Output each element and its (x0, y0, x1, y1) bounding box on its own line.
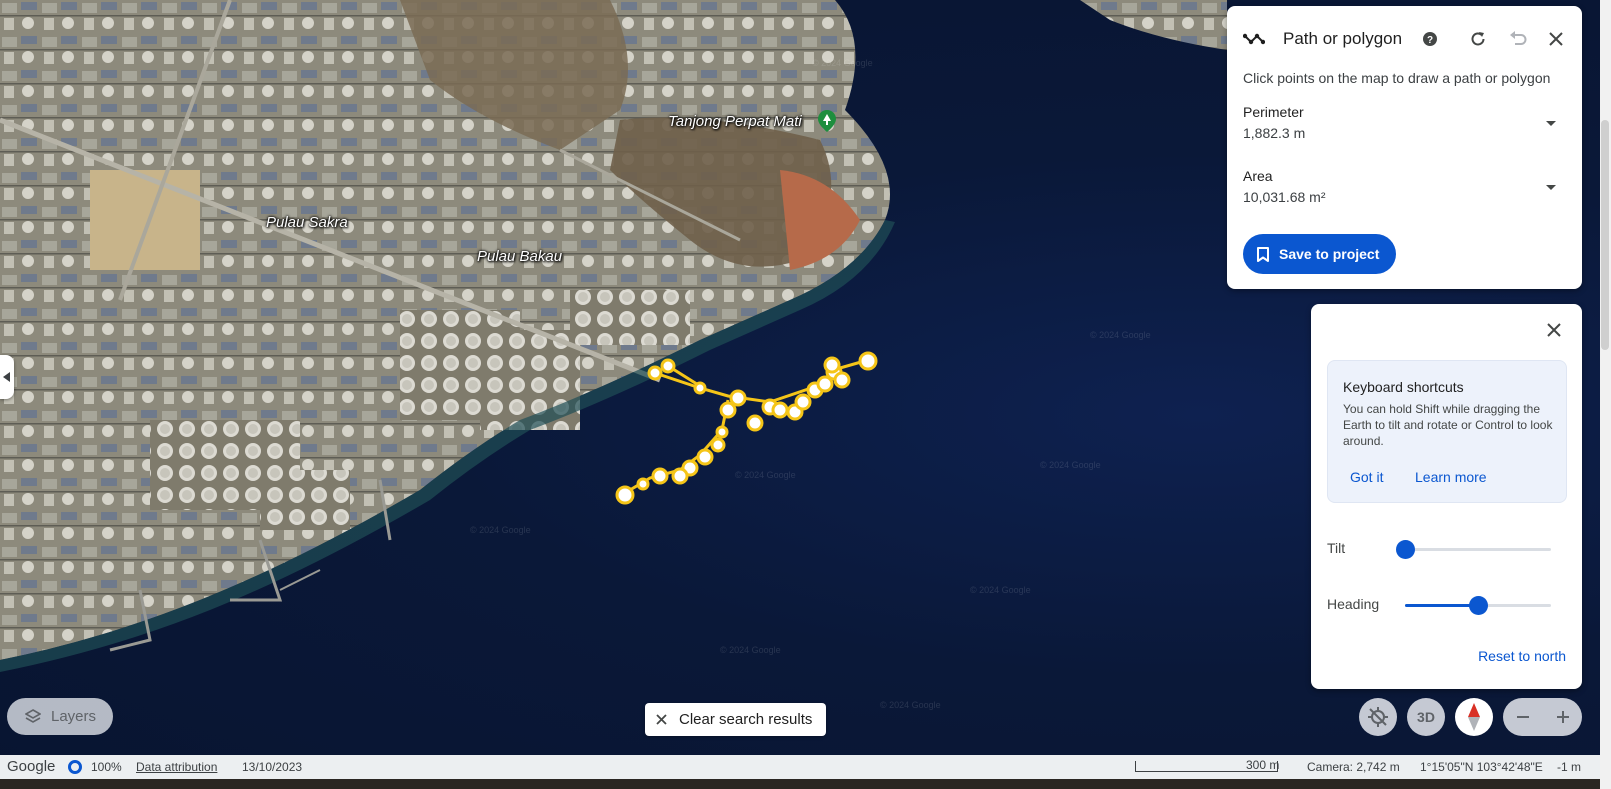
svg-text:?: ? (1427, 35, 1433, 46)
close-icon (1547, 323, 1561, 337)
label-tanjong-perpat-mati[interactable]: Tanjong Perpat Mati (668, 113, 802, 130)
close-icon (656, 714, 667, 725)
map-watermark: © 2024 Google (470, 525, 531, 535)
tilt-slider[interactable]: Tilt (1327, 537, 1567, 561)
heading-slider[interactable]: Heading (1327, 593, 1567, 617)
loaded-percent: 100% (91, 760, 122, 774)
loading-ring-icon (68, 760, 82, 774)
save-button-label: Save to project (1279, 246, 1380, 262)
shortcuts-title: Keyboard shortcuts (1343, 379, 1464, 395)
chevron-left-icon (3, 372, 10, 382)
data-attribution-link[interactable]: Data attribution (136, 760, 217, 774)
map-watermark: © 2024 Google (880, 700, 941, 710)
heading-track[interactable] (1405, 596, 1551, 615)
area-label: Area (1243, 168, 1273, 184)
heading-thumb[interactable] (1469, 596, 1488, 615)
tilt-track[interactable] (1396, 540, 1551, 559)
browser-scrollbar-strip (1600, 0, 1611, 789)
close-view-panel-button[interactable] (1542, 318, 1566, 342)
zoom-controls (1503, 698, 1582, 736)
help-icon[interactable]: ? (1419, 28, 1441, 50)
path-vertices (615, 351, 878, 505)
panel-instruction: Click points on the map to draw a path o… (1243, 70, 1551, 86)
map-watermark: © 2024 Google (720, 645, 781, 655)
bookmark-icon (1257, 246, 1269, 262)
cursor-coordinates: 1°15'05"N 103°42'48"E (1420, 760, 1543, 774)
undo-icon[interactable] (1507, 28, 1529, 50)
elevation-value: -1 m (1557, 760, 1581, 774)
save-to-project-button[interactable]: Save to project (1243, 234, 1396, 274)
learn-more-link[interactable]: Learn more (1415, 469, 1487, 485)
got-it-button[interactable]: Got it (1350, 469, 1383, 485)
scale-label: 300 m (1246, 758, 1280, 772)
3d-toggle-button[interactable]: 3D (1407, 698, 1445, 736)
keyboard-shortcuts-card: Keyboard shortcuts You can hold Shift wh… (1327, 360, 1567, 503)
map-watermark: © 2024 Google (1090, 330, 1151, 340)
path-polygon-panel: Path or polygon ? Click points on the ma… (1227, 6, 1582, 289)
view-controls-panel: Keyboard shortcuts You can hold Shift wh… (1311, 304, 1582, 689)
compass-button[interactable] (1455, 698, 1493, 736)
status-bar: Google 100% Data attribution 13/10/2023 … (0, 755, 1600, 779)
clear-search-results-button[interactable]: Clear search results (645, 703, 826, 736)
area-value: 10,031.68 m² (1243, 189, 1326, 205)
compass-icon (1468, 703, 1480, 731)
layers-label: Layers (51, 708, 97, 725)
tilt-thumb[interactable] (1396, 540, 1415, 559)
layers-icon (25, 708, 41, 723)
panel-title: Path or polygon (1283, 29, 1403, 48)
location-off-button[interactable] (1359, 698, 1397, 736)
layers-button[interactable]: Layers (7, 698, 113, 735)
google-logo: Google (7, 758, 56, 775)
heading-fill (1405, 604, 1478, 607)
clear-search-label: Clear search results (679, 711, 813, 728)
caret-down-icon (1546, 185, 1556, 190)
map-watermark: © 2024 Google (812, 58, 873, 68)
perimeter-label: Perimeter (1243, 104, 1304, 120)
redo-icon[interactable] (1467, 28, 1489, 50)
location-off-icon (1368, 707, 1388, 727)
imagery-date: 13/10/2023 (242, 760, 303, 774)
map-watermark: © 2024 Google (1040, 460, 1101, 470)
map-watermark: © 2024 Google (970, 585, 1031, 595)
scrollbar-thumb[interactable] (1601, 120, 1609, 350)
window-bottom-edge (0, 779, 1600, 789)
shortcuts-description: You can hold Shift while dragging the Ea… (1343, 402, 1553, 448)
zoom-in-button[interactable] (1543, 698, 1582, 736)
heading-label: Heading (1327, 596, 1380, 612)
plus-icon (1556, 711, 1569, 723)
panel-header: Path or polygon ? (1227, 20, 1582, 56)
park-pin-icon[interactable] (818, 110, 836, 132)
label-pulau-sakra[interactable]: Pulau Sakra (266, 214, 348, 231)
perimeter-dropdown[interactable]: Perimeter 1,882.3 m (1243, 104, 1568, 152)
path-polygon-icon (1243, 28, 1265, 50)
area-dropdown[interactable]: Area 10,031.68 m² (1243, 168, 1568, 216)
expand-sidebar-button[interactable] (0, 355, 14, 399)
close-icon[interactable] (1545, 28, 1567, 50)
minus-icon (1516, 716, 1529, 718)
reset-to-north-button[interactable]: Reset to north (1478, 648, 1566, 664)
zoom-out-button[interactable] (1503, 698, 1542, 736)
earth-app: Tanjong Perpat Mati Pulau Sakra Pulau Ba… (0, 0, 1611, 789)
label-pulau-bakau[interactable]: Pulau Bakau (477, 248, 562, 265)
map-watermark: © 2024 Google (735, 470, 796, 480)
caret-down-icon (1546, 121, 1556, 126)
perimeter-value: 1,882.3 m (1243, 125, 1306, 141)
camera-altitude: Camera: 2,742 m (1307, 760, 1400, 774)
tilt-label: Tilt (1327, 540, 1346, 556)
